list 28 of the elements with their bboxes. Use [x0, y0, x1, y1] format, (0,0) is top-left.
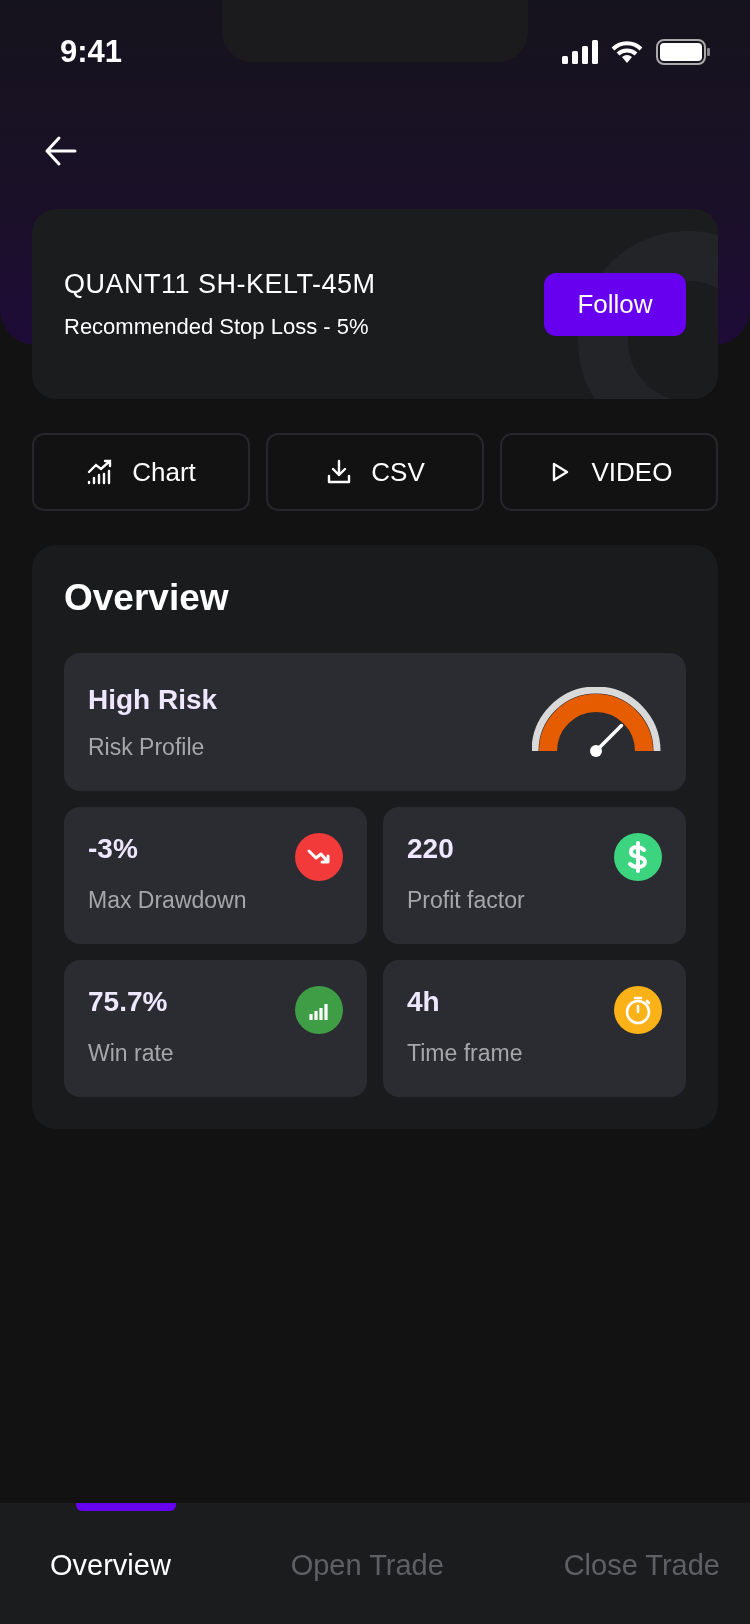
play-button[interactable]: VIDEO: [500, 433, 718, 511]
follow-button[interactable]: Follow: [544, 272, 686, 336]
metric-value: 4h: [407, 986, 441, 1018]
chart-button[interactable]: Chart: [32, 433, 250, 511]
metric-label: Time frame: [407, 1040, 523, 1067]
section-title: Overview: [64, 577, 230, 619]
metric-label: Max Drawdown: [88, 887, 247, 914]
metric-value: 220: [407, 833, 455, 865]
dollar-icon: [614, 833, 662, 881]
back-arrow-icon[interactable]: [44, 134, 78, 168]
signal-icon: [562, 40, 598, 64]
stopwatch-icon: [614, 986, 662, 1034]
stop-loss-text: Recommended Stop Loss - 5%: [64, 313, 370, 340]
gauge-icon: [532, 687, 662, 757]
risk-value: High Risk: [88, 683, 218, 716]
metric-value: -3%: [88, 833, 139, 865]
metric-label: Profit factor: [407, 887, 525, 914]
download-button[interactable]: CSV: [266, 433, 484, 511]
tab[interactable]: Overview: [50, 1503, 171, 1582]
wifi-icon: [610, 40, 644, 64]
metric-value: 75.7%: [88, 986, 169, 1018]
signal-bars-icon: [295, 986, 343, 1034]
strategy-name: QUANT11 SH-KELT-45M: [64, 268, 376, 300]
risk-label: Risk Profile: [88, 733, 206, 761]
metric-label: Win rate: [88, 1040, 174, 1067]
status-time: 9:41: [60, 34, 123, 70]
battery-icon: [656, 39, 710, 65]
trend-down-icon: [295, 833, 343, 881]
